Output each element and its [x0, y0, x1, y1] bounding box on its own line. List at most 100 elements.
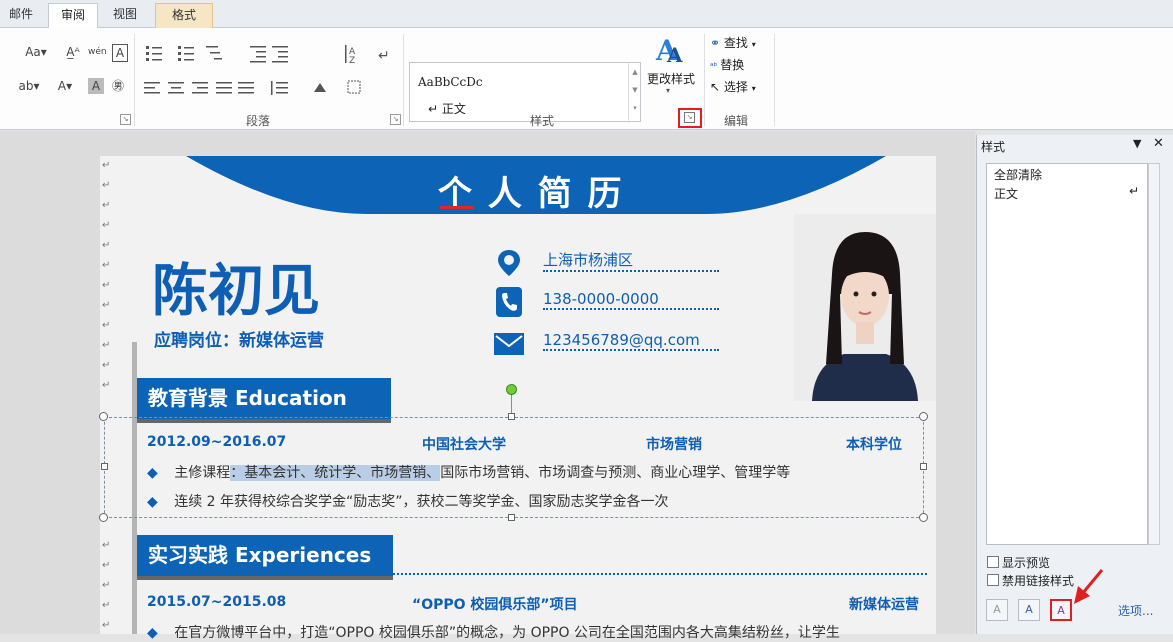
styles-pane-title: 样式: [981, 140, 1006, 154]
change-styles-button[interactable]: 更改样式: [647, 70, 695, 87]
replace-icon: ᵃᵇ: [710, 62, 721, 72]
resize-handle-nw[interactable]: [99, 412, 108, 421]
options-link[interactable]: 选项...: [1118, 602, 1153, 619]
resize-handle-w[interactable]: [101, 463, 108, 470]
close-icon[interactable]: ✕: [1153, 136, 1164, 151]
section-experience-header: 实习实践 Experiences: [137, 535, 393, 580]
separator: [403, 34, 404, 126]
style-gallery[interactable]: AaBbCcDc ↵ 正文 ▲ ▼ ▾: [409, 62, 641, 123]
edu-major: 市场营销: [646, 437, 702, 453]
phonetic-guide-icon[interactable]: A̲ᴬ: [64, 44, 82, 60]
edu-period: 2012.09~2016.07: [147, 434, 287, 450]
resize-handle-s[interactable]: [508, 514, 515, 521]
style-item-normal[interactable]: 正文: [994, 185, 1018, 202]
shading-icon: [314, 83, 326, 92]
select-button[interactable]: ↖ 选择 ▾: [710, 78, 756, 95]
paragraph-mark: ↵: [102, 180, 111, 191]
change-styles-icon[interactable]: A A: [654, 34, 688, 66]
char-border-icon[interactable]: A: [112, 44, 128, 62]
paragraph-mark: ↵: [102, 340, 111, 351]
document-page[interactable]: 个 人 简 历 陈初见 应聘岗位：新媒体运营 上海市杨浦区 138-0000-0…: [99, 156, 936, 641]
font-dialog-launcher[interactable]: ↘: [120, 114, 131, 125]
launcher-highlight-box: [678, 108, 702, 128]
enclosed-char-icon[interactable]: ㊚: [110, 78, 126, 94]
rotate-handle[interactable]: [506, 384, 517, 395]
resize-handle-se[interactable]: [919, 513, 928, 522]
style-inspector-icon[interactable]: A: [1018, 599, 1040, 621]
resize-handle-n[interactable]: [508, 413, 515, 420]
ribbon: Aa▾ A̲ᴬ wén A ab▾ A▾ A ㊚ ↘ AZ ↵ 段落 ↘ AaB…: [0, 28, 1173, 130]
line-spacing-icon: [271, 81, 288, 95]
ribbon-tab-bar: 邮件 审阅 视图 格式: [0, 0, 1173, 28]
paragraph-mark: ↵: [102, 600, 111, 611]
enclose-char-icon[interactable]: wén: [88, 44, 107, 60]
diamond-bullet-icon: ◆: [147, 625, 158, 641]
diamond-bullet-icon: ◆: [147, 465, 158, 481]
svg-text:A: A: [666, 43, 683, 66]
tab-view[interactable]: 视图: [100, 3, 150, 28]
manage-styles-icon[interactable]: A: [1050, 599, 1072, 621]
exp-bullet-1: ◆ 在官方微博平台中，打造“OPPO 校园俱乐部”的概念，为 OPPO 公司在全…: [147, 625, 840, 641]
editing-group-label: 编辑: [724, 114, 749, 128]
exp-period: 2015.07~2015.08: [147, 594, 287, 610]
show-marks-icon: ↵: [378, 48, 390, 64]
paragraph-mark: ↵: [102, 160, 111, 171]
diamond-bullet-icon: ◆: [147, 494, 158, 510]
tab-mailings[interactable]: 邮件: [0, 3, 42, 28]
contact-location: 上海市杨浦区: [543, 249, 719, 272]
replace-button[interactable]: ᵃᵇ 替换: [710, 56, 744, 73]
justify-icon: [216, 82, 232, 94]
tab-format[interactable]: 格式: [155, 3, 213, 28]
align-right-icon: [192, 82, 208, 94]
resize-handle-e[interactable]: [920, 463, 927, 470]
title-underline: [440, 206, 474, 209]
styles-list[interactable]: 全部清除 正文 ↵: [986, 163, 1148, 545]
separator: [704, 34, 705, 126]
highlight-icon[interactable]: ab▾: [16, 78, 42, 94]
change-styles-dropdown[interactable]: ▾: [666, 86, 670, 95]
paragraph-mark: ↵: [102, 560, 111, 571]
sort-icon: AZ: [345, 45, 356, 66]
resize-handle-ne[interactable]: [919, 412, 928, 421]
gallery-scroll[interactable]: ▲ ▼ ▾: [628, 63, 641, 123]
paragraph-mark: ↵: [102, 220, 111, 231]
new-style-icon[interactable]: A: [986, 599, 1008, 621]
char-shading-icon[interactable]: A: [88, 78, 104, 94]
change-case-icon[interactable]: Aa▾: [24, 44, 48, 60]
job-position: 应聘岗位：新媒体运营: [154, 331, 324, 351]
disable-linked-label: 禁用链接样式: [1002, 574, 1075, 588]
contact-phone: 138-0000-0000: [543, 290, 719, 310]
edu-bullet-2: ◆ 连续 2 年获得校综合奖学金“励志奖”，获校二等奖学金、国家励志奖学金各一次: [147, 494, 669, 510]
separator: [774, 34, 775, 126]
increase-indent-icon: [272, 46, 288, 63]
tab-review[interactable]: 审阅: [48, 3, 98, 28]
contact-email: 123456789@qq.com: [543, 331, 719, 351]
align-center-icon: [168, 82, 184, 94]
paragraph-mark: ↵: [102, 280, 111, 291]
separator: [134, 34, 135, 126]
paragraph-mark: ↵: [102, 580, 111, 591]
edu-degree: 本科学位: [846, 437, 902, 453]
decrease-indent-icon: [250, 46, 266, 63]
paragraph-group-label: 段落: [246, 114, 271, 128]
paragraph-mark: ↵: [102, 260, 111, 271]
paragraph-style-icon: ↵: [1129, 184, 1140, 198]
show-preview-checkbox[interactable]: [987, 556, 999, 568]
profile-photo[interactable]: [794, 214, 936, 401]
disable-linked-checkbox[interactable]: [987, 574, 999, 586]
resize-handle-sw[interactable]: [99, 513, 108, 522]
style-item-clear-all[interactable]: 全部清除: [994, 166, 1042, 183]
styles-list-scrollbar[interactable]: [1148, 163, 1160, 545]
paragraph-mark: ↵: [102, 320, 111, 331]
paragraph-mark: ↵: [102, 380, 111, 391]
pane-menu-icon[interactable]: ▼: [1133, 137, 1141, 150]
find-button[interactable]: ⚭ 查找 ▾: [710, 34, 756, 51]
align-left-icon: [144, 82, 160, 94]
paragraph-mark: ↵: [102, 620, 111, 631]
candidate-name: 陈初见: [152, 259, 320, 324]
selected-text[interactable]: ：基本会计、统计学、市场营销、: [230, 465, 441, 481]
exp-project: “OPPO 校园俱乐部”项目: [412, 597, 578, 613]
font-color-icon[interactable]: A▾: [52, 78, 78, 94]
paragraph-dialog-launcher[interactable]: ↘: [390, 114, 401, 125]
annotation-arrow: [1074, 569, 1104, 604]
